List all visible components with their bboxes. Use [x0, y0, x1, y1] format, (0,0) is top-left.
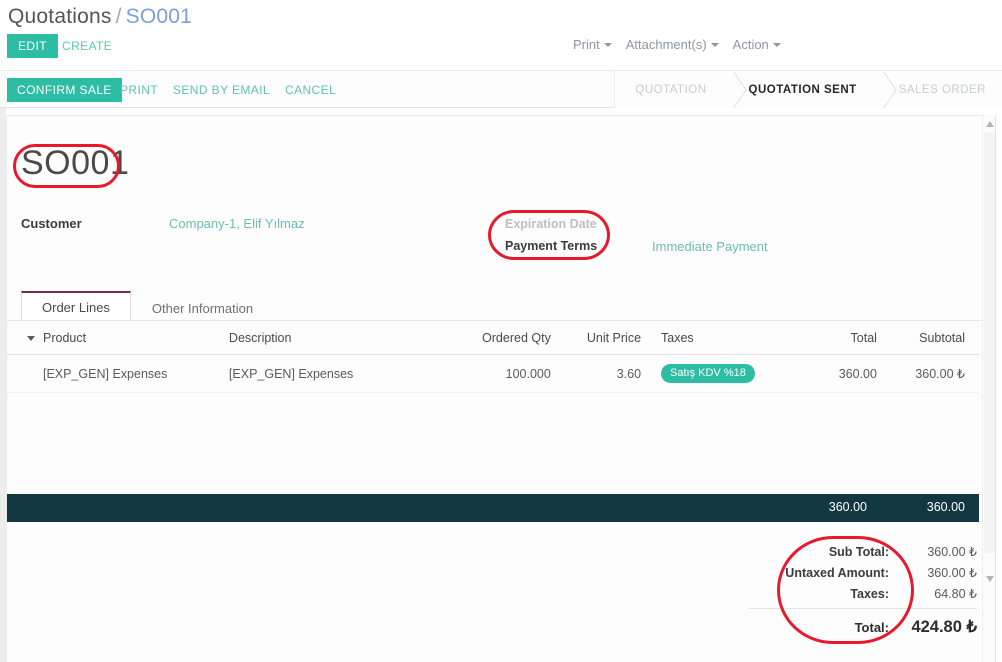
- tax-badge: Satış KDV %18: [661, 364, 755, 383]
- create-button[interactable]: CREATE: [62, 34, 112, 58]
- form-sheet: SO001 Customer Company-1, Elif Yılmaz Ex…: [6, 115, 996, 662]
- table-header: Product Description Ordered Qty Unit Pri…: [7, 321, 979, 355]
- cell-ordered-qty: 100.000: [432, 354, 559, 393]
- customer-label: Customer: [21, 216, 82, 231]
- page-title: SO001: [21, 144, 130, 182]
- pipeline-step-sales-order[interactable]: SALES ORDER: [872, 71, 1002, 108]
- status-pipeline: QUOTATION QUOTATION SENT SALES ORDER: [614, 71, 1002, 108]
- totals-panel: Sub Total: 360.00 ₺ Untaxed Amount: 360.…: [749, 541, 977, 640]
- table-header-row: Product Description Ordered Qty Unit Pri…: [7, 321, 979, 355]
- tab-bar: Order Lines Other Information: [21, 291, 995, 322]
- pipeline-step-quotation[interactable]: QUOTATION: [614, 71, 723, 108]
- totals-row-sub-total: Sub Total: 360.00 ₺: [749, 541, 977, 562]
- untaxed-amount-value: 360.00 ₺: [927, 566, 977, 580]
- tab-other-information[interactable]: Other Information: [131, 293, 274, 322]
- chevron-down-icon: [710, 43, 719, 48]
- column-header-taxes[interactable]: Taxes: [649, 321, 797, 355]
- column-header-ordered-qty[interactable]: Ordered Qty: [432, 321, 559, 355]
- cancel-button[interactable]: CANCEL: [285, 78, 336, 102]
- cell-total: 360.00: [796, 354, 885, 393]
- column-header-description[interactable]: Description: [220, 321, 433, 355]
- column-header-subtotal[interactable]: Subtotal: [884, 321, 979, 355]
- edit-button[interactable]: EDIT: [7, 34, 58, 58]
- breadcrumb-root[interactable]: Quotations: [8, 5, 112, 28]
- grand-total-label: Total:: [854, 620, 889, 635]
- cell-taxes: Satış KDV %18: [649, 354, 797, 393]
- taxes-value: 64.80 ₺: [934, 587, 977, 601]
- action-menu-label: Action: [732, 37, 769, 52]
- payment-terms-value[interactable]: Immediate Payment: [652, 239, 768, 254]
- vertical-scrollbar[interactable]: [982, 115, 996, 662]
- breadcrumb: Quotations / SO001: [8, 5, 192, 29]
- cell-description: [EXP_GEN] Expenses: [220, 354, 433, 393]
- table-footer-bar: 360.00 360.00: [7, 494, 979, 522]
- print-menu[interactable]: Print: [573, 37, 612, 52]
- top-menu-bar: Print Attachment(s) Action: [573, 37, 781, 52]
- confirm-sale-button[interactable]: CONFIRM SALE: [7, 78, 122, 102]
- totals-row-untaxed-amount: Untaxed Amount: 360.00 ₺: [749, 562, 977, 583]
- totals-row-taxes: Taxes: 64.80 ₺: [749, 583, 977, 604]
- sub-total-value: 360.00 ₺: [927, 545, 977, 559]
- attachments-menu[interactable]: Attachment(s): [626, 37, 719, 52]
- breadcrumb-separator: /: [115, 5, 122, 28]
- status-bar: CONFIRM SALE PRINT SEND BY EMAIL CANCEL …: [0, 70, 1002, 108]
- column-header-total[interactable]: Total: [796, 321, 885, 355]
- cell-product: [EXP_GEN] Expenses: [7, 354, 221, 393]
- cell-unit-price: 3.60: [558, 354, 650, 393]
- column-header-product[interactable]: Product: [7, 321, 221, 355]
- cell-subtotal: 360.00 ₺: [884, 354, 979, 393]
- print-menu-label: Print: [573, 37, 600, 52]
- scroll-up-arrow-icon[interactable]: [986, 121, 994, 127]
- breadcrumb-current: SO001: [125, 5, 193, 28]
- table-body: [EXP_GEN] Expenses [EXP_GEN] Expenses 10…: [7, 354, 979, 393]
- top-bar: Quotations / SO001 EDIT CREATE Print Attac…: [0, 0, 1002, 66]
- scrollbar-thumb[interactable]: [984, 133, 995, 553]
- footer-subtotal: 360.00: [926, 500, 965, 514]
- untaxed-amount-label: Untaxed Amount:: [785, 566, 889, 580]
- pipeline-step-quotation-sent[interactable]: QUOTATION SENT: [722, 71, 873, 108]
- expiration-date-label: Expiration Date: [505, 217, 597, 231]
- sort-descending-icon[interactable]: [27, 336, 35, 341]
- action-menu[interactable]: Action: [733, 37, 781, 52]
- scroll-down-arrow-icon[interactable]: [986, 576, 994, 582]
- column-header-unit-price[interactable]: Unit Price: [558, 321, 650, 355]
- customer-value[interactable]: Company-1, Elif Yılmaz: [169, 216, 305, 231]
- tab-order-lines[interactable]: Order Lines: [21, 291, 131, 322]
- sub-total-label: Sub Total:: [828, 545, 889, 559]
- column-header-product-label: Product: [43, 331, 87, 345]
- grand-total-value: 424.80 ₺: [911, 618, 977, 636]
- payment-terms-label: Payment Terms: [505, 239, 598, 253]
- taxes-label: Taxes:: [850, 587, 889, 601]
- attachments-menu-label: Attachment(s): [625, 37, 707, 52]
- table-row[interactable]: [EXP_GEN] Expenses [EXP_GEN] Expenses 10…: [7, 354, 979, 393]
- print-button[interactable]: PRINT: [120, 78, 158, 102]
- totals-row-total: Total: 424.80 ₺: [749, 608, 977, 640]
- send-by-email-button[interactable]: SEND BY EMAIL: [173, 78, 270, 102]
- chevron-down-icon: [603, 43, 612, 48]
- chevron-down-icon: [772, 43, 781, 48]
- footer-total: 360.00: [828, 500, 867, 514]
- order-lines-table: Product Description Ordered Qty Unit Pri…: [7, 321, 979, 393]
